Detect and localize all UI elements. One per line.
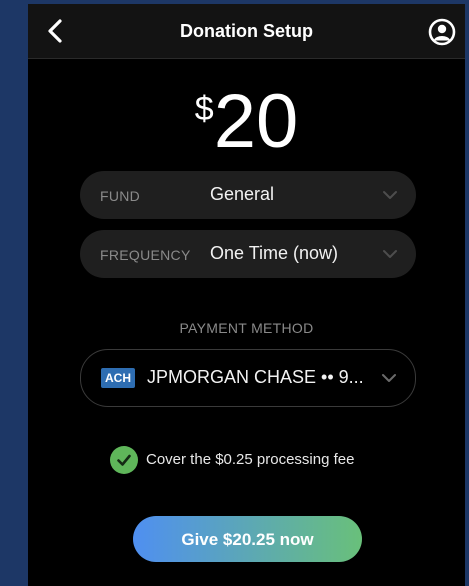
user-circle-icon: [428, 18, 456, 46]
chevron-down-icon: [382, 374, 396, 382]
frequency-label: FREQUENCY: [100, 247, 191, 263]
fund-value: General: [210, 184, 275, 204]
payment-account: JPMORGAN CHASE •• 9...: [147, 367, 364, 387]
chevron-down-icon: [383, 191, 397, 199]
donation-amount[interactable]: $20: [28, 84, 465, 160]
check-circle-icon[interactable]: [110, 446, 138, 474]
ach-badge: ACH: [101, 368, 135, 388]
payment-method-label: PAYMENT METHOD: [179, 320, 314, 336]
cover-fee-label: Cover the $0.25 processing fee: [146, 451, 355, 468]
payment-method-select[interactable]: ACH JPMORGAN CHASE •• 9...: [80, 349, 416, 407]
header-bar: Donation Setup: [28, 4, 465, 59]
give-button[interactable]: Give $20.25 now: [133, 516, 362, 562]
frequency-select[interactable]: FREQUENCY One Time (now): [80, 230, 416, 278]
profile-button[interactable]: [427, 17, 457, 47]
donation-screen: Donation Setup $20 FUND General FREQUENC…: [28, 4, 465, 586]
currency-symbol: $: [194, 90, 214, 128]
chevron-down-icon: [383, 250, 397, 258]
fund-select[interactable]: FUND General: [80, 171, 416, 219]
amount-value: 20: [213, 79, 299, 164]
frequency-value: One Time (now): [210, 243, 339, 263]
page-title: Donation Setup: [180, 21, 313, 41]
fund-label: FUND: [100, 188, 141, 204]
